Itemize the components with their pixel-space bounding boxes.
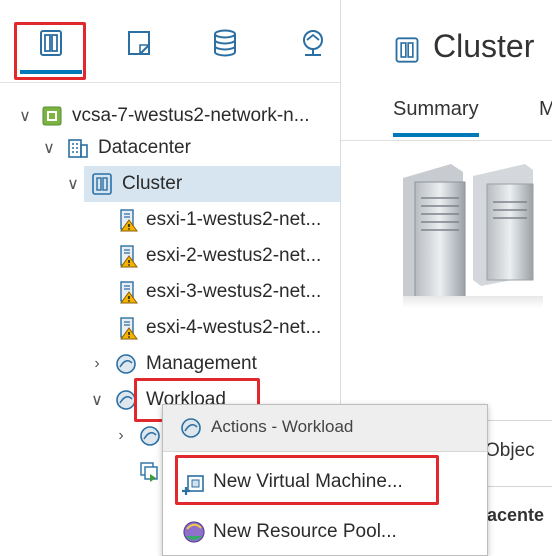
chevron-down-icon[interactable]: ∨ [38, 137, 60, 159]
tree-item-host[interactable]: esxi-1-westus2-net... [0, 202, 340, 238]
tree-item-vcenter[interactable]: ∨ vcsa-7-westus2-network-n... [0, 98, 340, 134]
host-warning-icon [120, 245, 138, 268]
vm-icon [140, 462, 158, 482]
tree-item-label: esxi-1-westus2-net... [146, 209, 322, 230]
tree-item-host[interactable]: esxi-4-westus2-net... [0, 310, 340, 346]
chevron-down-icon[interactable]: ∨ [62, 173, 84, 195]
chevron-down-icon[interactable]: ∨ [14, 105, 36, 127]
tab-hosts-clusters[interactable] [20, 18, 82, 74]
tab-vms-templates[interactable] [108, 18, 170, 74]
tree-item-label: esxi-3-westus2-net... [146, 281, 322, 302]
new-resource-pool-icon [183, 521, 205, 543]
cluster-icon [92, 173, 112, 195]
tree-item-label: Cluster [122, 173, 183, 194]
content-tabs: Summary M [341, 88, 552, 141]
host-warning-icon [120, 209, 138, 232]
tree-item-label: esxi-4-westus2-net... [146, 317, 322, 338]
chevron-right-icon[interactable]: › [110, 425, 132, 447]
page-title: Cluster [433, 28, 535, 64]
cluster-servers-illustration [403, 164, 543, 308]
resource-pool-icon [140, 426, 160, 446]
datacenter-cell: acente [487, 505, 545, 525]
tree-item-host[interactable]: esxi-2-westus2-net... [0, 238, 340, 274]
chevron-right-icon[interactable]: › [86, 353, 108, 375]
tree-item-cluster[interactable]: ∨ Cluster [0, 166, 340, 202]
tree-item-label: Management [146, 353, 257, 374]
host-warning-icon [120, 317, 138, 340]
cluster-icon [395, 37, 419, 63]
tree-item-label: vcsa-7-westus2-network-n... [72, 105, 310, 126]
resource-pool-icon [116, 354, 136, 374]
tree-item-label: Datacenter [98, 137, 191, 158]
tab-summary[interactable]: Summary [393, 98, 479, 137]
resource-pool-icon [116, 390, 136, 410]
datacenter-icon [68, 139, 88, 158]
menu-item-new-virtual-machine[interactable]: New Virtual Machine... [163, 461, 487, 505]
objects-header: Objec [485, 440, 535, 461]
networking-icon [303, 30, 323, 56]
tab-monitor[interactable]: M [539, 98, 552, 121]
menu-item-label: New Virtual Machine... [213, 471, 403, 492]
vms-templates-icon [128, 31, 150, 55]
menu-item-new-resource-pool[interactable]: New Resource Pool... [163, 511, 487, 555]
navigator-tabs [0, 0, 340, 83]
tree-item-host[interactable]: esxi-3-westus2-net... [0, 274, 340, 310]
chevron-down-icon[interactable]: ∨ [86, 389, 108, 411]
storage-icon [214, 29, 236, 57]
context-menu-header: Actions - Workload [163, 405, 487, 452]
context-menu-title: Actions - Workload [211, 417, 354, 436]
tree-item-management[interactable]: › Management [0, 346, 340, 382]
tab-storage[interactable] [194, 18, 256, 74]
menu-item-label: New Resource Pool... [213, 521, 397, 542]
vcenter-icon [42, 106, 62, 126]
context-menu: Actions - Workload New Virtual Machine..… [162, 404, 488, 556]
tab-networking[interactable] [282, 18, 344, 74]
tree-item-datacenter[interactable]: ∨ Datacenter [0, 130, 340, 166]
host-warning-icon [120, 281, 138, 304]
new-vm-icon [182, 475, 204, 495]
resource-pool-icon [181, 418, 201, 438]
tree-item-label: esxi-2-westus2-net... [146, 245, 322, 266]
hosts-clusters-icon [40, 30, 62, 56]
